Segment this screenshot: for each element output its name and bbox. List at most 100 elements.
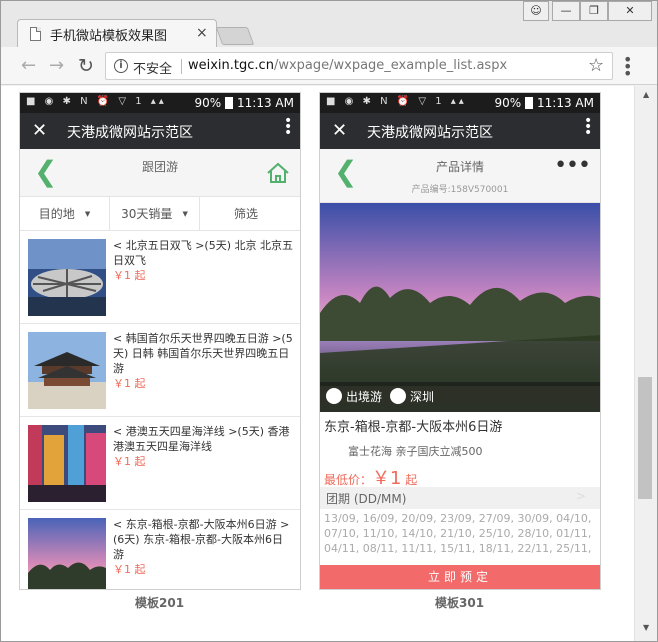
- status-right: 90% 11:13 AM: [195, 96, 294, 110]
- divider: [181, 59, 182, 74]
- menu-icon[interactable]: • • •: [623, 52, 632, 82]
- scroll-up-icon[interactable]: ▲: [643, 90, 649, 99]
- caret-down-icon: ▼: [182, 210, 188, 218]
- item-title-text: < 韩国首尔乐天世界四晚五日游 >(5天) 日韩 韩国首尔乐天世界四晚五日游: [113, 332, 293, 375]
- tag-outbound: 出境游: [326, 388, 382, 405]
- reload-icon[interactable]: ↻: [78, 55, 94, 77]
- tag-city: 深圳: [390, 388, 434, 405]
- page-title: 跟团游: [141, 160, 178, 174]
- status-bar: ■ ◉ ✱ N ⏰ ▽ 1 ▴▴ 90% 11:13 AM: [20, 93, 300, 113]
- sunset-landscape-thumbnail: [28, 518, 106, 589]
- filter-bar: 目的地 ▼ 30天销量 ▼ 筛选: [20, 197, 300, 231]
- battery-level: 90%: [494, 96, 522, 110]
- item-price: ￥1 起: [113, 377, 146, 390]
- list-item[interactable]: < 港澳五天四星海洋线 >(5天) 香港 港澳五天四星海洋线 ￥1 起: [20, 417, 300, 510]
- back-arrow-icon[interactable]: ←: [21, 55, 36, 76]
- bird-nest-stadium-thumbnail: [28, 239, 106, 316]
- tag-label: 深圳: [410, 390, 435, 404]
- new-tab-button[interactable]: [215, 27, 255, 45]
- price-row: 最低价：￥1 起: [320, 456, 600, 489]
- template-caption: 模板301: [435, 596, 485, 610]
- phone-preview-template-301: ■ ◉ ✱ N ⏰ ▽ 1 ▴▴ 90% 11:13 AM ✕ 天港成微网站示范…: [319, 92, 601, 590]
- battery-icon: [225, 97, 234, 109]
- group-row-wrap: 团期 (DD/MM) >: [320, 484, 600, 509]
- scrollbar-thumb[interactable]: [638, 377, 652, 499]
- browser-toolbar: ← → ↻ i 不安全 weixin.tgc.cn/wxpage/wxpage_…: [1, 47, 657, 85]
- product-code: 产品编号:158V570001: [411, 185, 509, 195]
- battery-level: 90%: [194, 96, 222, 110]
- star-icon[interactable]: ☆: [588, 55, 604, 76]
- flag-icon: [390, 388, 406, 404]
- tab-title: 手机微站模板效果图: [50, 29, 168, 44]
- browser-tab[interactable]: 手机微站模板效果图 ×: [17, 19, 217, 47]
- close-icon[interactable]: ✕: [608, 1, 652, 21]
- item-title: < 东京-箱根-京都-大阪本州6日游 >(6天) 东京-箱根-京都-大阪本州6日…: [113, 517, 293, 577]
- wechat-bar: ✕ 天港成微网站示范区 • • •: [320, 113, 600, 149]
- group-label: 团期 (DD/MM): [326, 492, 407, 506]
- book-now-button[interactable]: 立即预定: [320, 565, 600, 589]
- filter-label: 筛选: [233, 207, 258, 221]
- item-price: ￥1 起: [113, 455, 146, 468]
- more-horizontal-icon[interactable]: •••: [554, 153, 591, 178]
- home-icon[interactable]: [266, 161, 290, 185]
- hero-image: 出境游 深圳: [320, 203, 600, 412]
- people-icon: [326, 388, 342, 404]
- sunset-landscape-image: [320, 203, 600, 412]
- more-vertical-icon[interactable]: • • •: [284, 114, 292, 140]
- forward-arrow-icon[interactable]: →: [49, 55, 64, 76]
- wechat-title: 天港成微网站示范区: [367, 125, 493, 141]
- minimize-icon[interactable]: —: [552, 1, 580, 21]
- departure-dates: 13/09, 16/09, 20/09, 23/09, 27/09, 30/09…: [324, 512, 592, 555]
- clock: 11:13 AM: [237, 96, 294, 110]
- page-header: ❮ 产品详情 产品编号:158V570001 •••: [320, 149, 600, 203]
- filter-screen[interactable]: 筛选: [200, 197, 292, 231]
- filter-sales[interactable]: 30天销量 ▼: [110, 197, 200, 231]
- page-icon: [30, 27, 41, 41]
- filter-label: 目的地: [38, 207, 75, 221]
- tag-band: 出境游 深圳: [320, 382, 600, 412]
- url-text[interactable]: weixin.tgc.cn/wxpage/wxpage_example_list…: [188, 58, 507, 73]
- item-title-text: < 港澳五天四星海洋线 >(5天) 香港 港澳五天四星海洋线: [113, 425, 290, 453]
- dates-wrap: 13/09, 16/09, 20/09, 23/09, 27/09, 30/09…: [320, 506, 600, 555]
- security-label[interactable]: 不安全: [133, 58, 172, 77]
- item-title-text: < 北京五日双飞 >(5天) 北京 北京五日双飞: [113, 239, 294, 267]
- scroll-down-icon[interactable]: ▼: [643, 623, 649, 632]
- tag-label: 出境游: [346, 390, 383, 404]
- korean-palace-thumbnail: [28, 332, 106, 409]
- item-title-text: < 东京-箱根-京都-大阪本州6日游 >(6天) 东京-箱根-京都-大阪本州6日…: [113, 518, 290, 561]
- list-item[interactable]: < 韩国首尔乐天世界四晚五日游 >(5天) 日韩 韩国首尔乐天世界四晚五日游 ￥1…: [20, 324, 300, 417]
- template-caption: 模板201: [135, 596, 185, 610]
- list-item[interactable]: < 北京五日双飞 >(5天) 北京 北京五日双飞 ￥1 起: [20, 231, 300, 324]
- close-icon[interactable]: ✕: [332, 120, 347, 141]
- url-path: /wxpage/wxpage_example_list.aspx: [273, 58, 508, 73]
- status-right: 90% 11:13 AM: [495, 96, 594, 110]
- clock: 11:13 AM: [537, 96, 594, 110]
- more-vertical-icon[interactable]: • • •: [584, 114, 592, 140]
- item-price: ￥1 起: [113, 269, 146, 282]
- user-icon[interactable]: ☺: [523, 1, 549, 21]
- hong-kong-street-thumbnail: [28, 425, 106, 502]
- status-icons: ■ ◉ ✱ N ⏰ ▽ 1 ▴▴: [326, 96, 467, 107]
- close-icon[interactable]: ✕: [32, 120, 47, 141]
- battery-icon: [525, 97, 534, 109]
- tab-close-icon[interactable]: ×: [196, 25, 208, 41]
- address-bar[interactable]: i 不安全 weixin.tgc.cn/wxpage/wxpage_exampl…: [105, 52, 613, 80]
- list-item[interactable]: < 东京-箱根-京都-大阪本州6日游 >(6天) 东京-箱根-京都-大阪本州6日…: [20, 510, 300, 589]
- product-title-row: 东京-箱根-京都-大阪本州6日游: [320, 412, 600, 435]
- item-price: ￥1 起: [113, 563, 146, 576]
- phone-preview-template-201: ■ ◉ ✱ N ⏰ ▽ 1 ▴▴ 90% 11:13 AM ✕ 天港成微网站示范…: [19, 92, 301, 590]
- filter-destination[interactable]: 目的地 ▼: [20, 197, 110, 231]
- product-title: 东京-箱根-京都-大阪本州6日游: [324, 420, 503, 435]
- status-icons: ■ ◉ ✱ N ⏰ ▽ 1 ▴▴: [26, 96, 167, 107]
- vertical-scrollbar[interactable]: ▲ ▼: [634, 86, 657, 641]
- product-subtitle-row: 富士花海 亲子国庆立减500: [320, 434, 600, 458]
- wechat-title: 天港成微网站示范区: [67, 125, 193, 141]
- status-bar: ■ ◉ ✱ N ⏰ ▽ 1 ▴▴ 90% 11:13 AM: [320, 93, 600, 113]
- title-bar: 手机微站模板效果图 × ☺ — ❐ ✕: [1, 1, 657, 47]
- page-content: ■ ◉ ✱ N ⏰ ▽ 1 ▴▴ 90% 11:13 AM ✕ 天港成微网站示范…: [1, 86, 634, 641]
- item-title: < 北京五日双飞 >(5天) 北京 北京五日双飞 ￥1 起: [113, 238, 293, 283]
- caret-down-icon: ▼: [84, 210, 91, 218]
- info-icon[interactable]: i: [114, 59, 128, 73]
- wechat-bar: ✕ 天港成微网站示范区 • • •: [20, 113, 300, 149]
- maximize-icon[interactable]: ❐: [580, 1, 608, 21]
